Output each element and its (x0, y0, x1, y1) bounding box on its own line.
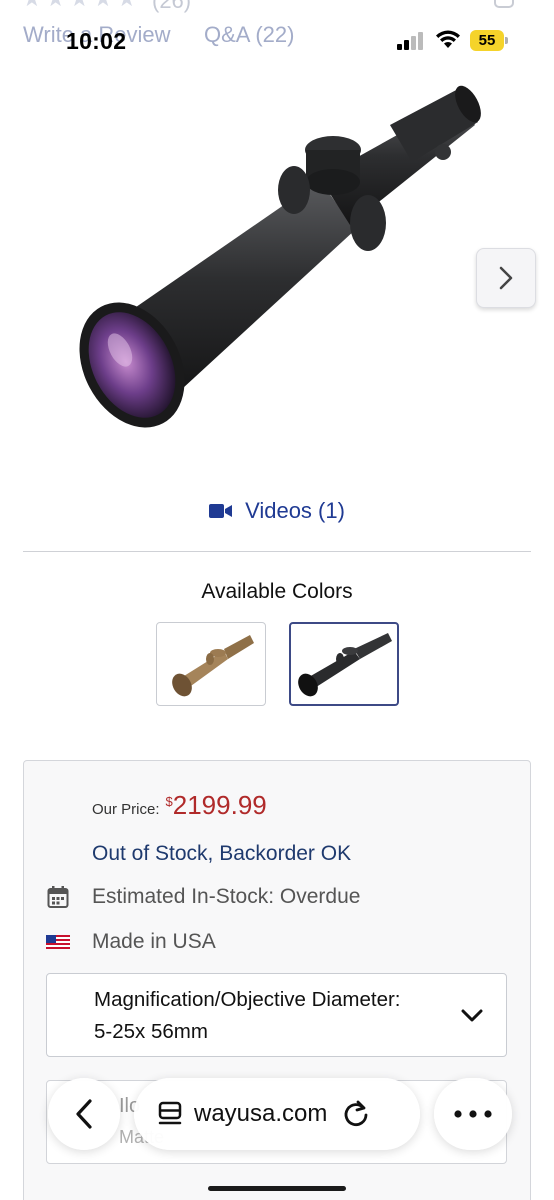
price-currency: $ (165, 794, 173, 809)
compare-checkbox[interactable] (494, 0, 514, 8)
url-text: wayusa.com (194, 1100, 328, 1127)
magnification-select[interactable]: Magnification/Objective Diameter: 5-25x … (46, 973, 507, 1057)
price-label: Our Price: (92, 801, 160, 818)
magnification-value: 5-25x 56mm (94, 1020, 208, 1043)
price-row: Our Price: $ 2199.99 (92, 790, 267, 821)
estimated-stock-row: Estimated In-Stock: Overdue (46, 885, 360, 909)
us-flag-icon (46, 930, 70, 954)
cellular-signal-icon (397, 32, 425, 50)
qa-link[interactable]: Q&A (22) (204, 22, 294, 48)
rating-stars: ★★★★★ (22, 0, 141, 12)
magnification-label: Magnification/Objective Diameter: (94, 988, 401, 1011)
calendar-icon (46, 885, 70, 909)
battery-icon: 55 (470, 30, 508, 51)
more-options-button[interactable] (434, 1078, 512, 1150)
ellipsis-icon (454, 1110, 492, 1118)
wifi-icon (435, 30, 461, 50)
next-image-button[interactable] (476, 248, 536, 308)
review-count: (26) (152, 0, 192, 13)
battery-level: 55 (478, 32, 496, 49)
videos-label: Videos (1) (245, 498, 345, 523)
estimated-stock-text: Estimated In-Stock: Overdue (92, 885, 361, 908)
home-indicator (208, 1186, 346, 1191)
address-bar[interactable]: wayusa.com (134, 1078, 420, 1150)
status-time: 10:02 (66, 28, 127, 54)
chevron-right-icon (499, 266, 513, 290)
reader-page-icon (158, 1101, 182, 1125)
stock-status: Out of Stock, Backorder OK (92, 842, 352, 865)
available-colors-title: Available Colors (201, 580, 353, 603)
reload-icon[interactable] (341, 1099, 371, 1129)
video-camera-icon (209, 504, 233, 518)
section-divider (23, 551, 531, 552)
made-in-usa-row: Made in USA (46, 930, 216, 954)
rifle-scope-image[interactable] (50, 70, 510, 450)
tan-scope-swatch[interactable] (156, 622, 266, 706)
chevron-left-icon (76, 1099, 92, 1129)
black-scope-swatch[interactable] (289, 622, 399, 706)
price-value: 2199.99 (172, 790, 267, 820)
chevron-down-icon (461, 1009, 483, 1022)
back-button[interactable] (48, 1078, 120, 1150)
videos-link[interactable]: Videos (1) (0, 498, 554, 524)
made-in-usa-text: Made in USA (92, 930, 216, 953)
product-page: ★★★★★ (26) Write a Review Q&A (22) 10:02… (0, 0, 554, 1200)
